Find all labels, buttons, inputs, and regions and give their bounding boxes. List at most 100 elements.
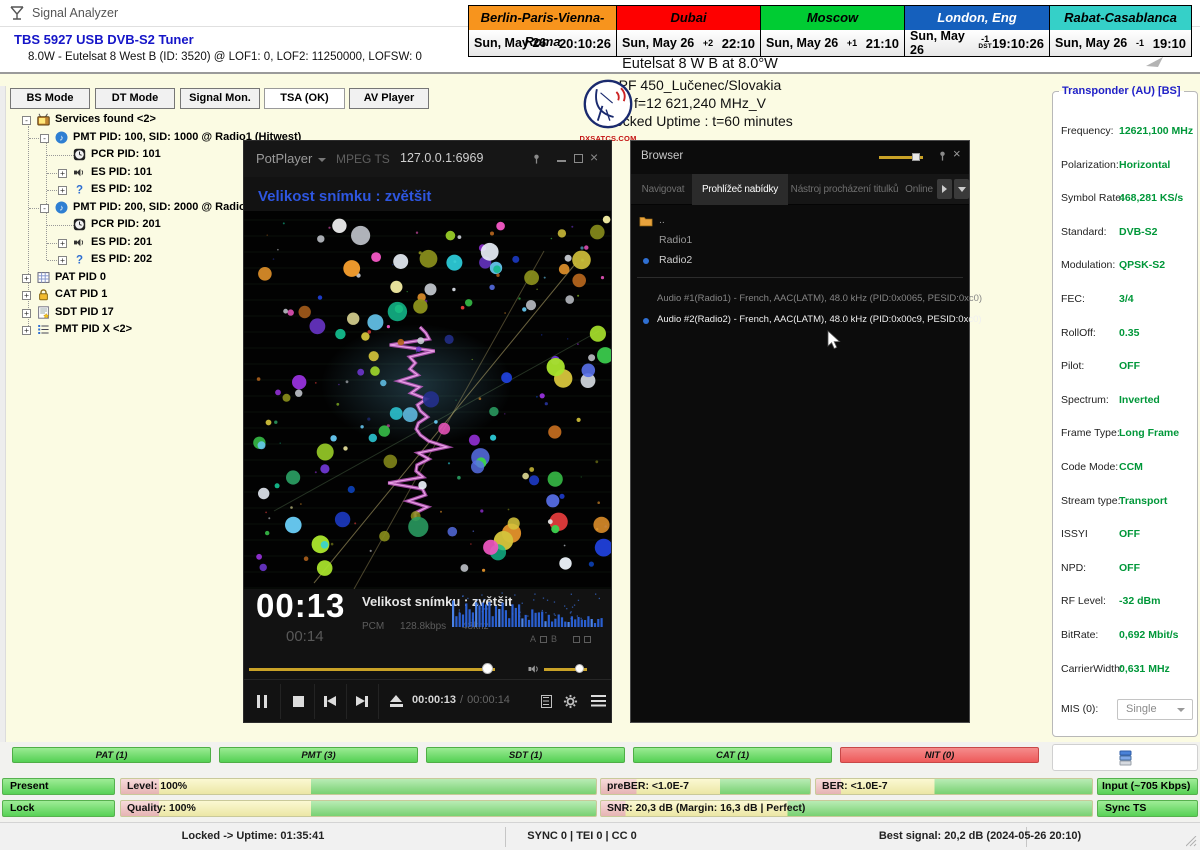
question-icon: ? (73, 253, 86, 266)
volume-knob[interactable] (575, 664, 584, 673)
browser-tab[interactable]: Online (901, 174, 937, 205)
transponder-label: Pilot: (1061, 360, 1084, 372)
pause-button[interactable] (248, 680, 276, 722)
tree-toggle[interactable]: - (40, 204, 49, 213)
service-list-item[interactable]: Radio2 (631, 251, 969, 271)
close-icon[interactable]: × (953, 146, 961, 161)
browser-tabs: NavigovatProhlížeč nabídkyNástroj prochá… (631, 174, 969, 205)
seek-knob[interactable] (482, 663, 493, 674)
previous-button[interactable] (316, 680, 344, 722)
tree-item[interactable]: +CAT PID 1 (8, 287, 242, 304)
tree-toggle[interactable]: + (58, 186, 67, 195)
svg-text:?: ? (76, 255, 83, 266)
snr-meter: SNR: 20,3 dB (Margin: 16,3 dB | Perfect) (600, 800, 1093, 817)
repeat-a-icon[interactable]: A (530, 634, 536, 644)
fullscreen-icon[interactable] (584, 636, 591, 643)
clock-time: 19:10:26 (992, 36, 1044, 51)
tree-item[interactable]: PCR PID: 201 (8, 217, 242, 234)
tree-toggle[interactable]: + (22, 326, 31, 335)
transponder-label: CarrierWidth: (1061, 663, 1123, 675)
tree-item[interactable]: +? ES PID: 102 (8, 182, 242, 199)
header-divider (0, 72, 1200, 74)
tab-scroll-right-icon[interactable] (937, 179, 952, 199)
minimize-icon[interactable] (557, 160, 566, 162)
tree-item[interactable]: -♪PMT PID: 200, SID: 2000 @ Radio2 (Hitw… (8, 200, 242, 217)
grid-icon (37, 271, 50, 284)
browser-tab[interactable]: Nástroj procházení titulků (789, 174, 900, 205)
tree-toggle[interactable]: + (58, 169, 67, 178)
psi-table-indicator: NIT (0) (840, 747, 1039, 763)
clock-date: Sun, May 26 (910, 29, 978, 57)
preber-meter: preBER: <1.0E-7 (600, 778, 811, 795)
music-icon: ♪ (55, 131, 68, 144)
tree-item[interactable]: +ES PID: 201 (8, 235, 242, 252)
pin-icon[interactable] (937, 149, 948, 167)
dt-mode-button[interactable]: DT Mode (95, 88, 175, 109)
tab-list-dropdown-icon[interactable] (954, 179, 969, 199)
transponder-value: Inverted (1119, 394, 1160, 406)
eject-button[interactable] (382, 680, 410, 722)
clock-date: Sun, May 26 (622, 36, 694, 50)
mis-dropdown[interactable]: Single (1117, 699, 1193, 720)
present-indicator: Present (2, 778, 115, 795)
browser-tab[interactable]: Prohlížeč nabídky (692, 174, 788, 205)
stack-button[interactable] (1052, 744, 1198, 771)
tree-item[interactable]: PCR PID: 101 (8, 147, 242, 164)
slider-knob[interactable] (912, 153, 920, 161)
tree-toggle[interactable]: - (40, 134, 49, 143)
transponder-label: Spectrum: (1061, 394, 1109, 406)
resize-grip[interactable] (1186, 836, 1197, 847)
tree-item[interactable]: -Services found <2> (8, 112, 242, 129)
tree-toggle[interactable]: + (22, 274, 31, 283)
bs-mode-button[interactable]: BS Mode (10, 88, 90, 109)
stop-button[interactable] (284, 680, 312, 722)
level-meter: Level: 100% (120, 778, 597, 795)
tree-toggle[interactable]: + (22, 309, 31, 318)
settings-gear-icon[interactable] (556, 680, 584, 722)
stream-list-item[interactable]: Audio #2(Radio2) - French, AAC(LATM), 48… (631, 310, 969, 331)
player-titlebar[interactable]: PotPlayer MPEG TS 127.0.0.1:6969 × (244, 141, 611, 177)
close-icon[interactable]: × (590, 149, 598, 165)
browser-tab[interactable]: Navigovat (635, 174, 691, 205)
mis-value: Single (1126, 703, 1157, 715)
menu-icon[interactable] (584, 680, 612, 722)
transponder-label: Code Mode: (1061, 461, 1118, 473)
maximize-icon[interactable] (574, 154, 583, 163)
tree-item[interactable]: -♪PMT PID: 100, SID: 1000 @ Radio1 (Hitw… (8, 130, 242, 147)
transponder-value: 12621,100 MHz (1119, 125, 1193, 137)
tree-item[interactable]: +PMT PID X <2> (8, 322, 242, 339)
repeat-b-icon[interactable]: B (551, 634, 557, 644)
tree-item[interactable]: +PAT PID 0 (8, 270, 242, 287)
tree-item[interactable]: +?ES PID: 202 (8, 252, 242, 269)
service-list-item[interactable]: .. (631, 211, 969, 231)
tree-item[interactable]: +SDT PID 17 (8, 305, 242, 322)
opacity-slider[interactable] (879, 156, 923, 159)
psi-table-indicator: SDT (1) (426, 747, 625, 763)
left-scroll-strip (0, 86, 6, 742)
psi-table-indicator: PMT (3) (219, 747, 418, 763)
stream-list-item[interactable]: Audio #1(Radio1) - French, AAC(LATM), 48… (631, 289, 969, 310)
volume-icon[interactable] (528, 662, 541, 680)
tree-toggle[interactable]: + (58, 256, 67, 265)
transponder-value: -32 dBm (1119, 595, 1160, 607)
video-area[interactable] (244, 211, 611, 589)
next-button[interactable] (348, 680, 376, 722)
repeat-range-icon[interactable] (540, 636, 547, 643)
tree-toggle[interactable]: + (22, 291, 31, 300)
loop-icon[interactable] (573, 636, 580, 643)
tree-item[interactable]: +ES PID: 101 (8, 165, 242, 182)
svg-text:?: ? (76, 185, 83, 196)
tree-toggle[interactable]: + (58, 239, 67, 248)
chevron-down-icon[interactable] (318, 158, 326, 162)
ab-repeat-controls[interactable]: A B (530, 634, 591, 644)
service-list-item[interactable]: Radio1 (631, 231, 969, 251)
elapsed-time: 00:13 (256, 587, 345, 625)
tree-toggle[interactable]: - (22, 116, 31, 125)
clock-column: Moscow Sun, May 26 +1 21:10 (761, 6, 905, 56)
uptime-status: Locked -> Uptime: 01:35:41 (182, 830, 325, 842)
seek-bar[interactable] (249, 668, 495, 671)
transponder-value: OFF (1119, 562, 1140, 574)
tree-item-label: ES PID: 102 (91, 183, 152, 195)
pin-icon[interactable] (531, 152, 542, 170)
speaker-icon (73, 236, 86, 249)
